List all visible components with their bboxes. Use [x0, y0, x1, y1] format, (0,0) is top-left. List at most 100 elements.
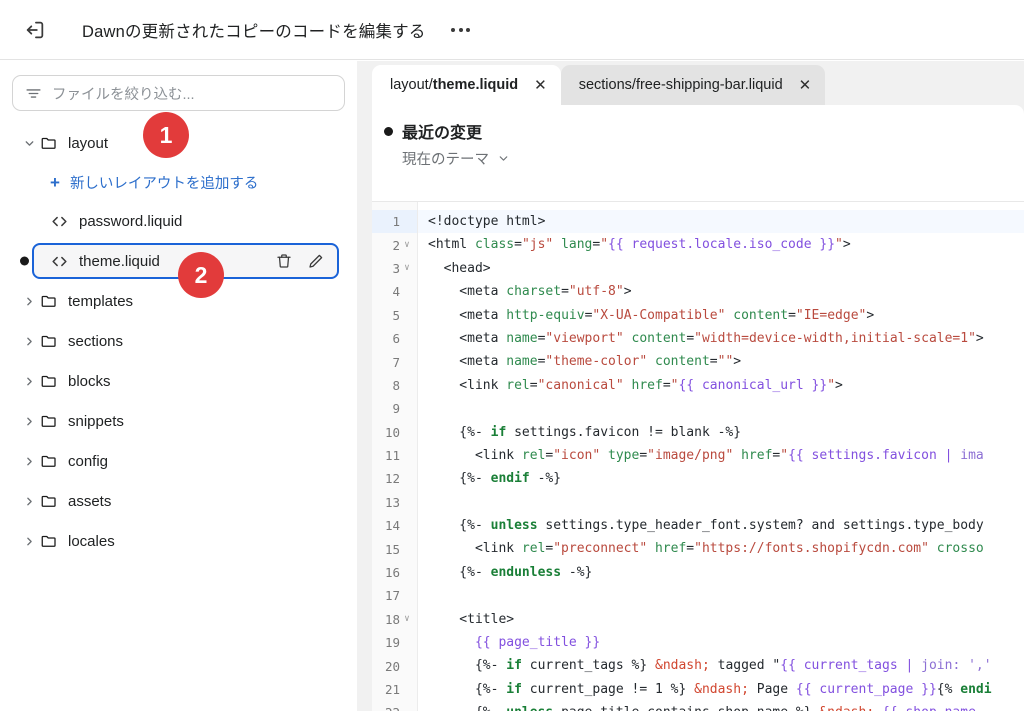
folder-icon — [40, 452, 58, 470]
code-line[interactable] — [418, 491, 1024, 514]
line-number: 8∨ — [392, 377, 400, 393]
recent-changes-header: 最近の変更 — [372, 105, 1024, 143]
close-icon[interactable]: ✕ — [534, 78, 547, 93]
code-line[interactable]: {{ page_title }} — [418, 631, 1024, 654]
editor-tab-bar: layout/theme.liquid ✕ sections/free-ship… — [372, 61, 1024, 105]
dot — [466, 27, 471, 32]
code-line[interactable]: <link rel="preconnect" href="https://fon… — [418, 537, 1024, 560]
line-number: 9∨ — [392, 401, 400, 417]
delete-file-button[interactable] — [275, 252, 293, 270]
filter-icon — [26, 88, 41, 98]
plus-icon: + — [50, 172, 60, 192]
tree-folder-label: sections — [68, 332, 124, 350]
unsaved-indicator-dot — [20, 256, 29, 266]
tree-folder-config[interactable]: config — [12, 441, 345, 481]
code-line[interactable]: <title> — [418, 608, 1024, 631]
exit-button[interactable] — [18, 13, 52, 47]
folder-icon — [40, 332, 58, 350]
chevron-right-icon — [18, 375, 40, 388]
code-line[interactable]: {%- endif -%} — [418, 467, 1024, 490]
folder-icon — [40, 134, 58, 152]
code-line[interactable]: {%- endunless -%} — [418, 561, 1024, 584]
chevron-right-icon — [18, 295, 40, 308]
code-line[interactable]: {%- unless page_title contains shop.name… — [418, 701, 1024, 711]
line-number: 20∨ — [384, 658, 400, 674]
tree-folder-sections[interactable]: sections — [12, 321, 345, 361]
code-line[interactable]: <meta name="viewport" content="width=dev… — [418, 327, 1024, 350]
tab-label: sections/free-shipping-bar.liquid — [578, 77, 783, 93]
dot — [451, 27, 456, 32]
code-line[interactable] — [418, 584, 1024, 607]
code-line[interactable]: <link rel="icon" type="image/png" href="… — [418, 444, 1024, 467]
more-options-button[interactable] — [446, 16, 476, 44]
theme-selector[interactable]: 現在のテーマ — [372, 143, 1024, 169]
pencil-icon — [309, 254, 323, 268]
exit-icon — [26, 21, 44, 38]
line-number: 7∨ — [392, 354, 400, 370]
tree-folder-label: templates — [68, 292, 134, 310]
line-number: 19∨ — [384, 635, 400, 651]
code-line[interactable]: <head> — [418, 257, 1024, 280]
fold-toggle-icon[interactable]: ∨ — [403, 614, 411, 624]
line-number: 10∨ — [384, 424, 400, 440]
file-tree: layout + 新しいレイアウトを追加する password.liquid t… — [12, 123, 345, 561]
code-line[interactable]: <meta name="theme-color" content=""> — [418, 350, 1024, 373]
line-number: 1∨ — [372, 210, 417, 234]
chevron-right-icon — [18, 455, 40, 468]
line-number: 2 ∨ — [392, 237, 411, 253]
code-line[interactable]: {%- if current_tags %} &ndash; tagged "{… — [418, 654, 1024, 677]
chevron-right-icon — [18, 535, 40, 548]
code-content[interactable]: <!doctype html> <html class="js" lang="{{… — [418, 202, 1024, 711]
line-number: 12∨ — [384, 471, 400, 487]
filter-placeholder: ファイルを絞り込む... — [52, 86, 195, 103]
app-header: Dawnの更新されたコピーのコードを編集する — [0, 0, 1024, 60]
tree-folder-locales[interactable]: locales — [12, 521, 345, 561]
chevron-right-icon — [18, 335, 40, 348]
add-new-layout-link[interactable]: + 新しいレイアウトを追加する — [12, 163, 345, 201]
line-number: 11∨ — [384, 448, 400, 464]
tree-folder-snippets[interactable]: snippets — [12, 401, 345, 441]
main-area: ファイルを絞り込む... layout + 新しいレイアウトを追加する pass… — [0, 61, 1024, 711]
code-line[interactable]: <meta http-equiv="X-UA-Compatible" conte… — [418, 304, 1024, 327]
code-line[interactable]: <!doctype html> — [418, 210, 1024, 234]
chevron-right-icon — [18, 495, 40, 508]
editor-body: 最近の変更 現在のテーマ 1∨ 2∨ 3∨ 4∨ 5∨ 6∨ 7∨ 8∨ 9∨ 10∨ 11∨ 12∨… — [372, 105, 1024, 711]
annotation-badge-2: 2 — [178, 252, 224, 298]
tree-folder-label: locales — [68, 532, 115, 550]
tree-folder-templates[interactable]: templates — [12, 281, 345, 321]
rename-file-button[interactable] — [307, 252, 325, 270]
file-label: password.liquid — [79, 212, 183, 230]
tree-folder-blocks[interactable]: blocks — [12, 361, 345, 401]
line-number: 21∨ — [384, 682, 400, 697]
tree-folder-assets[interactable]: assets — [12, 481, 345, 521]
trash-icon — [277, 254, 291, 268]
file-label: theme.liquid — [79, 252, 160, 270]
folder-icon — [40, 492, 58, 510]
code-line[interactable]: <meta charset="utf-8"> — [418, 280, 1024, 303]
code-line[interactable] — [418, 397, 1024, 420]
tab-label: layout/theme.liquid — [390, 77, 519, 93]
filter-input[interactable]: ファイルを絞り込む... — [12, 75, 345, 111]
code-line[interactable]: {%- unless settings.type_header_font.sys… — [418, 514, 1024, 537]
file-explorer-sidebar: ファイルを絞り込む... layout + 新しいレイアウトを追加する pass… — [0, 61, 357, 711]
fold-toggle-icon[interactable]: ∨ — [403, 263, 411, 273]
folder-icon — [40, 412, 58, 430]
tree-folder-label: config — [68, 452, 109, 470]
dot — [458, 27, 463, 32]
code-line[interactable]: {%- if current_page != 1 %} &ndash; Page… — [418, 678, 1024, 701]
folder-icon — [40, 292, 58, 310]
tab-sections-free-shipping-bar-liquid[interactable]: sections/free-shipping-bar.liquid ✕ — [560, 65, 826, 105]
theme-selector-label: 現在のテーマ — [402, 152, 489, 168]
line-number: 18 ∨ — [384, 611, 411, 627]
line-number: 5∨ — [392, 307, 400, 323]
close-icon[interactable]: ✕ — [799, 78, 812, 93]
file-row-password-liquid[interactable]: password.liquid — [12, 201, 345, 241]
code-line[interactable]: <html class="js" lang="{{ request.locale… — [418, 233, 1024, 256]
folder-icon — [40, 372, 58, 390]
code-line[interactable]: <link rel="canonical" href="{{ canonical… — [418, 374, 1024, 397]
code-area[interactable]: 1∨ 2∨ 3∨ 4∨ 5∨ 6∨ 7∨ 8∨ 9∨ 10∨ 11∨ 12∨ 13∨ 14∨ 15∨ 16∨ 1… — [372, 201, 1024, 711]
code-file-icon — [50, 212, 69, 231]
tab-layout-theme-liquid[interactable]: layout/theme.liquid ✕ — [372, 65, 561, 105]
fold-toggle-icon[interactable]: ∨ — [403, 240, 411, 250]
code-line[interactable]: {%- if settings.favicon != blank -%} — [418, 421, 1024, 444]
